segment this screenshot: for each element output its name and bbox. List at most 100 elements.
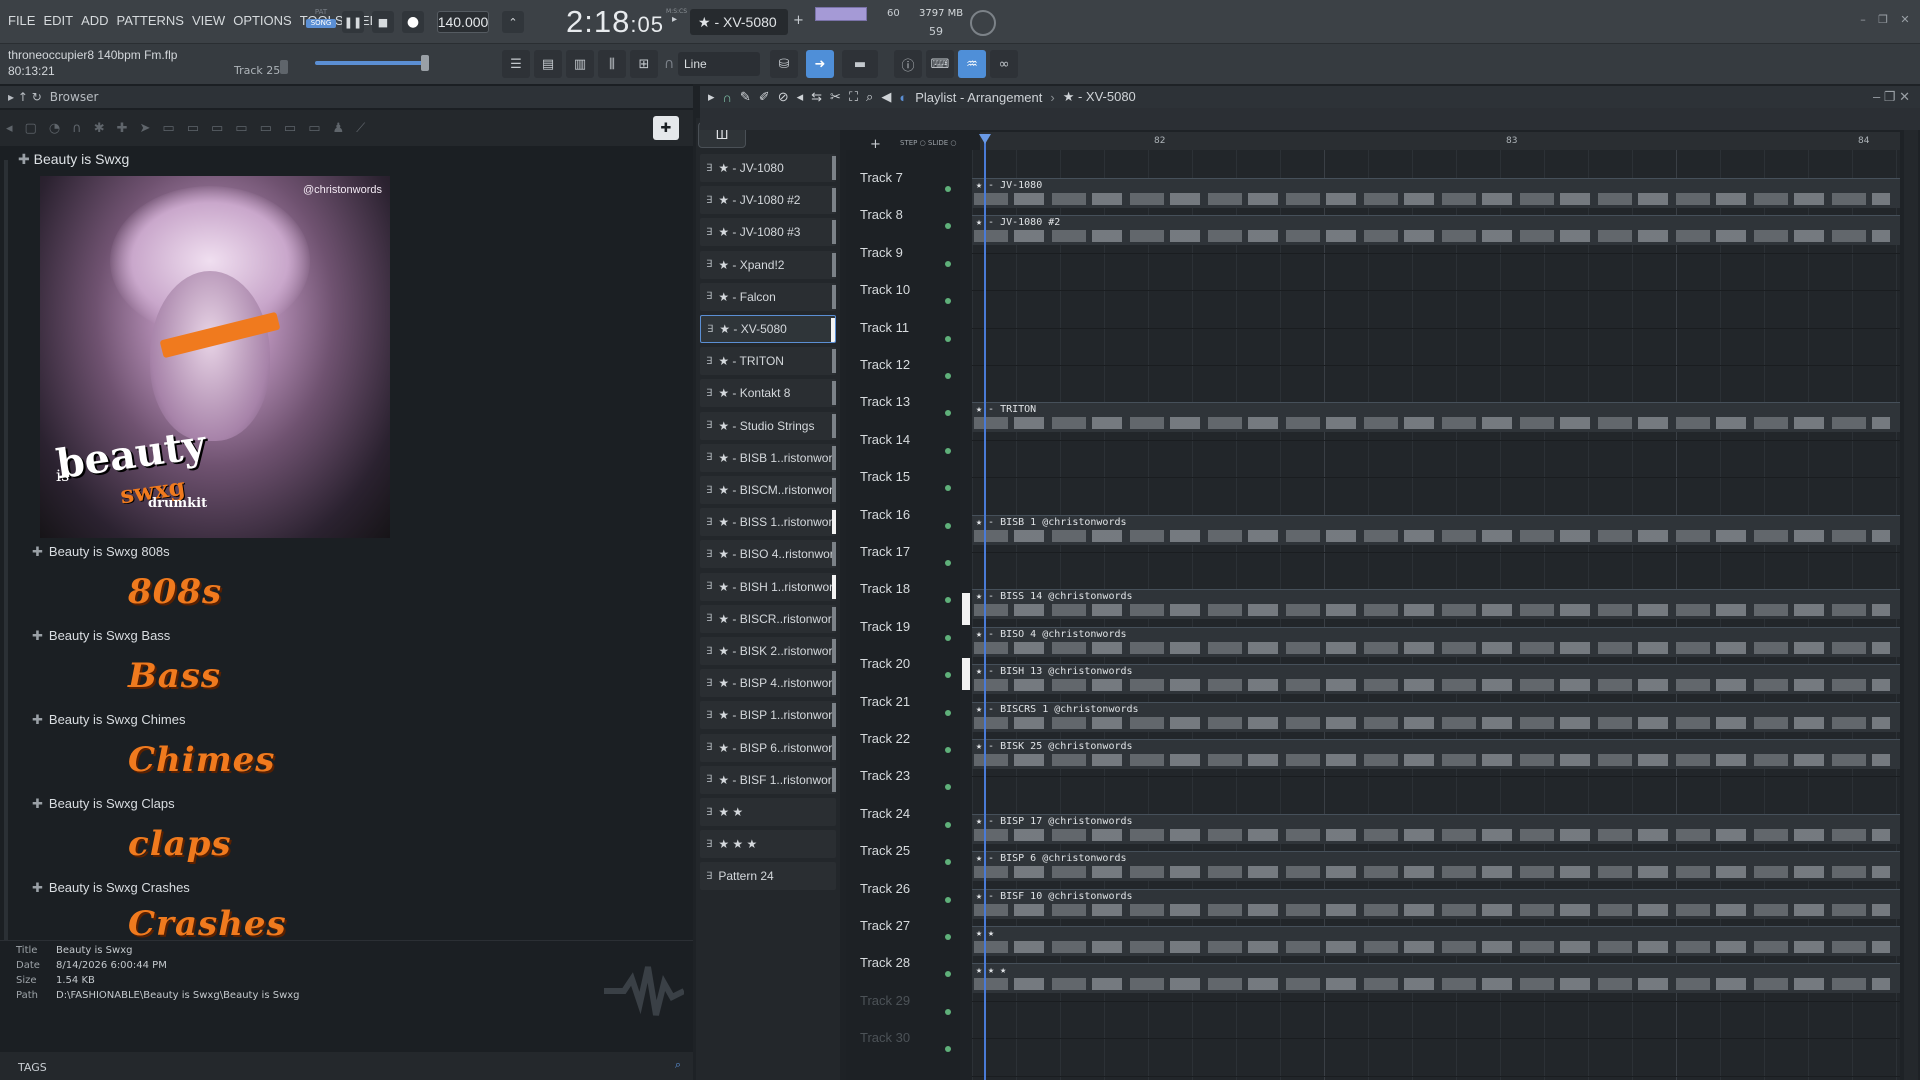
channel-select-indicator[interactable] [832,478,836,502]
folder-icon[interactable]: ▭ [187,121,199,136]
channel-select-indicator[interactable] [832,639,836,663]
playhead[interactable] [984,136,986,1080]
delete-icon[interactable]: ⊘ [778,89,789,105]
pattern-clip[interactable]: ★ - BISS 14 @christonwords [972,589,1900,620]
step-slide-toggle[interactable]: STEP ○ SLIDE ○ [900,139,956,147]
slip-icon[interactable]: ⇆ [811,89,822,105]
send-icon[interactable]: ➤ [140,121,151,136]
channel-item[interactable]: ∃ ★ ★ ★ [700,830,836,859]
pencil-icon[interactable]: ✎ [740,89,751,105]
track-name[interactable]: Track 21 [860,694,910,709]
channel-menu-icon[interactable]: ∃ [706,678,712,689]
pattern-clip[interactable]: ★ - JV-1080 #2 [972,215,1900,246]
channel-menu-icon[interactable]: ∃ [706,774,712,785]
folder-icon[interactable]: ▭ [284,121,296,136]
channel-select-indicator[interactable] [832,156,836,180]
pattern-clip[interactable]: ★ - BISF 10 @christonwords [972,888,1900,919]
channel-item[interactable]: ∃ ★ - Kontakt 8 [700,379,836,408]
channel-item[interactable]: ∃ ★ ★ [700,798,836,826]
playlist-scrollbar[interactable] [1904,130,1918,1080]
track-name[interactable]: Track 29 [860,993,910,1008]
metronome-icon[interactable]: ⌃ [502,11,524,33]
track-name[interactable]: Track 26 [860,881,910,896]
channel-select-indicator[interactable] [832,542,836,567]
track-name[interactable]: Track 22 [860,731,910,746]
channel-menu-icon[interactable]: ∃ [706,871,712,882]
channel-item[interactable]: ∃ ★ - BISF 1..ristonwords [700,765,836,794]
subfolder-bass[interactable]: ✚ Beauty is Swxg Bass [32,628,170,644]
pattern-clip[interactable]: ★ - BISO 4 @christonwords [972,626,1900,657]
plugin-icon[interactable]: ✱ [94,121,105,136]
track-name[interactable]: Track 27 [860,918,910,933]
menu-view[interactable]: VIEW [192,13,225,28]
channel-rack-icon[interactable]: ▥ [566,50,594,78]
track-enable-icon[interactable] [945,373,951,379]
channel-item[interactable]: ∃ ★ - Xpand!2 [700,250,836,279]
channel-menu-icon[interactable]: ∃ [706,259,712,270]
track-name[interactable]: Track 11 [860,320,909,335]
channel-menu-icon[interactable]: ∃ [706,549,712,560]
channel-menu-icon[interactable]: ∃ [707,324,713,335]
subfolder-chimes[interactable]: ✚ Beauty is Swxg Chimes [32,712,185,728]
keyboard-icon[interactable]: ⌨ [926,50,954,78]
pattern-clip[interactable]: ★ ★ ★ [972,963,1900,994]
track-name[interactable]: Track 9 [860,245,903,260]
channel-item[interactable]: ∃ ★ - TRITON [700,347,836,376]
channel-select-indicator[interactable] [832,671,836,696]
channel-select-indicator[interactable] [832,767,836,792]
channel-menu-icon[interactable]: ∃ [706,163,712,174]
playhead-marker-icon[interactable] [979,134,991,144]
track-enable-icon[interactable] [945,522,951,529]
subfolder-claps[interactable]: ✚ Beauty is Swxg Claps [32,796,175,812]
track-enable-icon[interactable] [945,896,951,903]
pause-button[interactable]: ❚❚ [342,11,364,33]
folder-icon[interactable]: ▭ [235,121,247,136]
pattern-clip[interactable]: ★ - BISB 1 @christonwords [972,514,1900,545]
track-enable-icon[interactable] [945,934,951,940]
slider-thumb[interactable] [421,55,429,71]
preset-prev-icon[interactable]: ▸ [672,14,677,25]
channel-menu-icon[interactable]: ∃ [706,742,712,753]
user-icon[interactable]: ♟ [332,121,344,136]
select-icon[interactable]: ⛶ [849,89,858,105]
playback-icon[interactable]: ◀ [881,89,891,105]
track-name[interactable]: Track 8 [860,207,903,222]
track-name[interactable]: Track 18 [860,581,910,596]
channel-item[interactable]: ∃ ★ - BISCM..ristonwords [700,476,836,504]
channel-menu-icon[interactable]: ∃ [706,388,712,399]
arrangement-icon[interactable]: ◐ [899,90,907,105]
track-enable-icon[interactable] [945,821,951,828]
pattern-clip[interactable]: ★ - JV-1080 [972,178,1900,208]
track-name[interactable]: Track 15 [860,469,910,484]
snap-selector[interactable]: Line [678,52,760,76]
track-name[interactable]: Track 14 [860,432,910,447]
mixer-icon[interactable]: ⫼ [598,50,626,78]
channel-menu-icon[interactable]: ∃ [706,452,712,463]
track-enable-icon[interactable] [945,560,951,566]
channel-select-indicator[interactable] [832,413,836,438]
piano-roll-icon[interactable]: ▤ [534,50,562,78]
channel-select-indicator[interactable] [832,606,836,631]
menu-options[interactable]: OPTIONS [233,13,292,28]
subfolder-808s[interactable]: ✚ Beauty is Swxg 808s [32,544,170,560]
channel-item[interactable]: ∃ ★ - JV-1080 [700,154,836,182]
color-picker-icon[interactable]: ▬ [842,50,878,78]
channel-item[interactable]: ∃ ★ - BISCR..ristonwords [700,604,836,633]
channel-select-indicator[interactable] [831,318,835,342]
tempo-display[interactable]: 140.000 [437,11,489,33]
menu-patterns[interactable]: PATTERNS [117,13,184,28]
channel-item[interactable]: ∃ ★ - JV-1080 #2 [700,186,836,215]
wave-plus-icon[interactable]: ♒ [958,50,986,78]
playlist-icon[interactable]: ☰ [502,50,530,78]
plugin-picker-icon[interactable]: ⊞ [630,50,658,78]
zoom-icon[interactable]: ⌕ [866,89,873,105]
track-enable-icon[interactable] [945,634,951,641]
master-volume-knob[interactable] [970,10,996,36]
pat-song-toggle[interactable]: PAT SONG [306,8,336,38]
magnet-icon[interactable]: ∩ [664,56,674,72]
pattern-clip[interactable]: ★ - BISK 25 @christonwords [972,739,1900,769]
channel-menu-icon[interactable]: ∃ [706,710,712,721]
pattern-clip[interactable]: ★ - BISH 13 @christonwords [972,664,1900,695]
track-name[interactable]: Track 30 [860,1030,910,1045]
track-name[interactable]: Track 10 [860,282,910,297]
